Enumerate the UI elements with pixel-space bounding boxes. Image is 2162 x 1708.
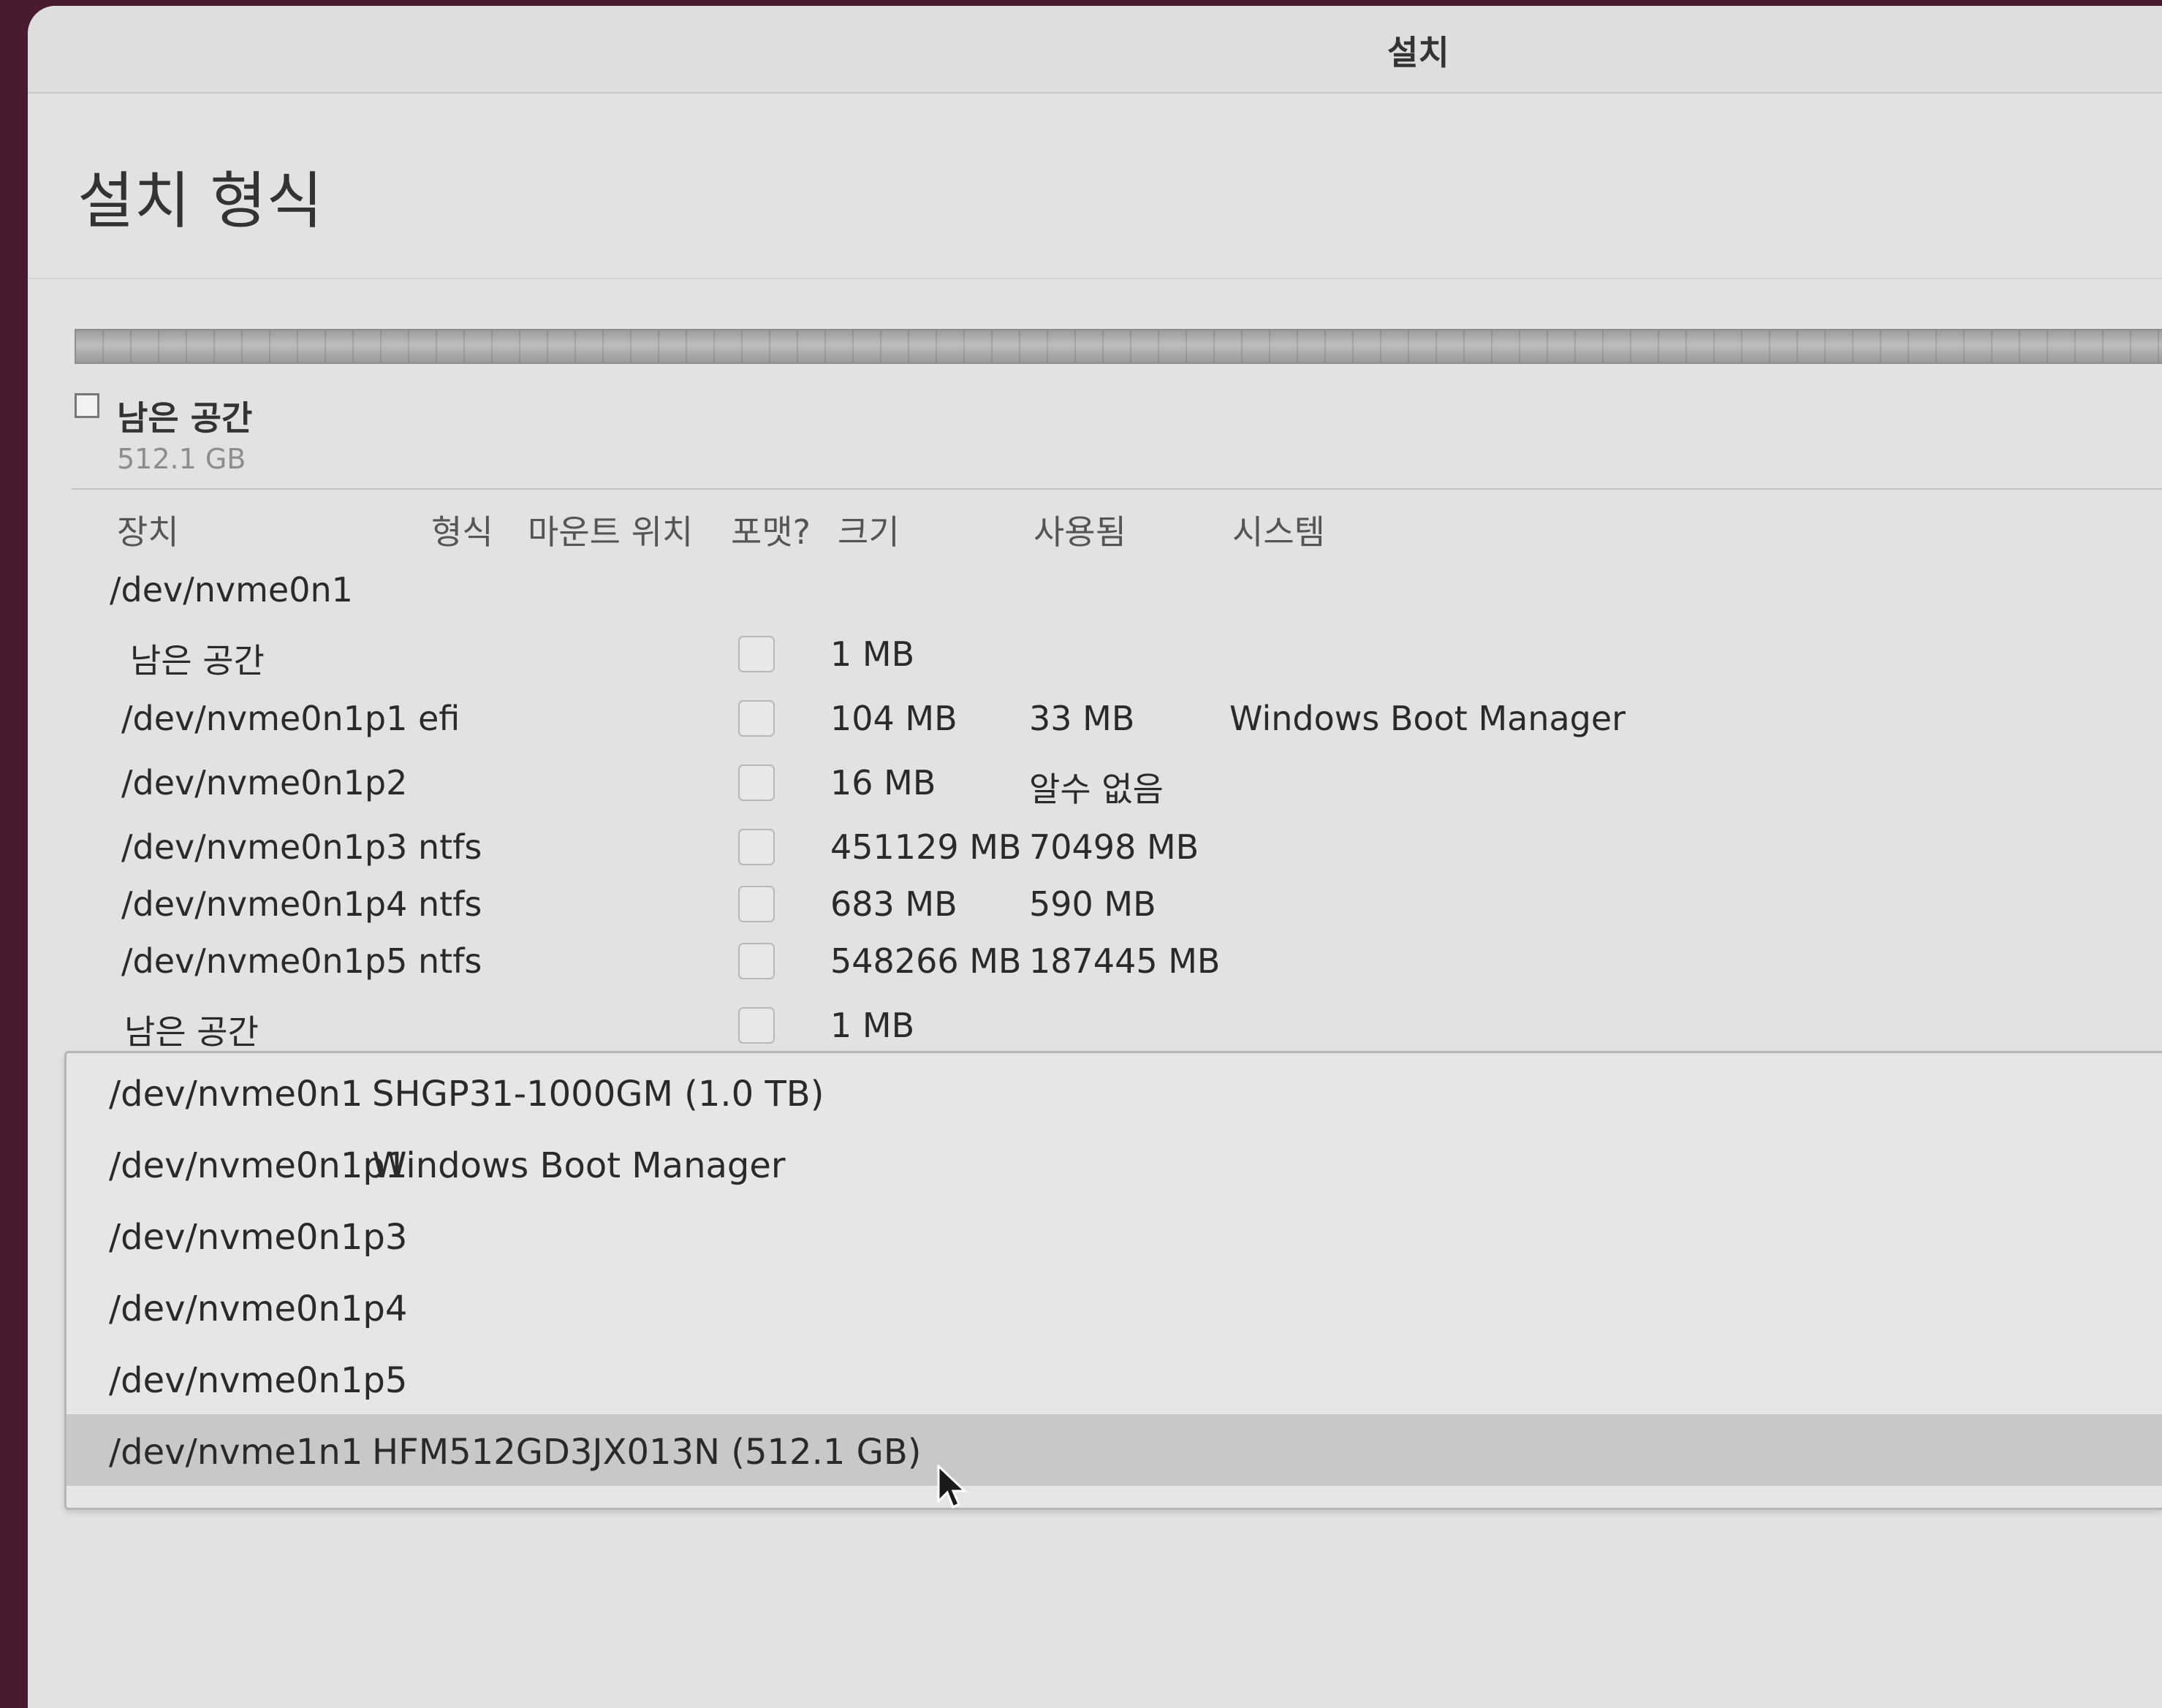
partition-used: 187445 MB — [1029, 941, 1221, 981]
device-path: /dev/nvme0n1p4 — [109, 1288, 408, 1329]
device-path: /dev/nvme0n1p3 — [109, 1217, 408, 1258]
partition-size: 451129 MB — [830, 827, 1022, 867]
partition-device: /dev/nvme0n1p3 — [121, 827, 408, 867]
partition-device: /dev/nvme0n1p5 — [121, 941, 408, 981]
format-checkbox[interactable] — [738, 1007, 775, 1044]
device-option-selected[interactable]: /dev/nvme1n1 HFM512GD3JX013N (512.1 GB) — [67, 1414, 2162, 1486]
title-bar: 설치 — [28, 6, 2162, 94]
column-header-format[interactable]: 포맷? — [731, 506, 811, 554]
format-checkbox[interactable] — [738, 636, 775, 672]
device-option[interactable]: /dev/nvme0n1p3 — [67, 1199, 2162, 1271]
partition-used: 70498 MB — [1029, 827, 1199, 867]
format-checkbox[interactable] — [738, 943, 775, 979]
device-option[interactable]: /dev/nvme0n1p1 Windows Boot Manager — [67, 1128, 2162, 1199]
partition-bar — [75, 329, 2162, 364]
column-header-device[interactable]: 장치 — [117, 506, 179, 554]
device-option[interactable]: /dev/nvme0n1p4 — [67, 1271, 2162, 1343]
device-description: Windows Boot Manager — [372, 1145, 786, 1186]
partition-used: 590 MB — [1029, 884, 1156, 924]
partition-device: 남은 공간 — [130, 641, 265, 680]
device-description: HFM512GD3JX013N (512.1 GB) — [372, 1432, 922, 1473]
partition-used: 33 MB — [1029, 699, 1135, 738]
partition-used: 알수 없음 — [1029, 770, 1164, 809]
legend-label: 남은 공간 — [117, 398, 253, 438]
device-path: /dev/nvme0n1p1 — [109, 1145, 408, 1186]
disk-device: /dev/nvme0n1 — [110, 570, 353, 610]
partition-table[interactable]: 장치 형식 마운트 위치 포맷? 크기 사용됨 시스템 /dev/nvme0n1… — [72, 488, 2162, 1052]
mouse-pointer-icon — [937, 1465, 968, 1509]
partition-system: Windows Boot Manager — [1229, 699, 1626, 738]
partition-size: 104 MB — [830, 699, 957, 738]
partition-type: ntfs — [418, 827, 482, 867]
disk-row[interactable]: /dev/nvme0n1 — [72, 561, 2162, 620]
format-checkbox[interactable] — [738, 700, 775, 737]
page-title: 설치 형식 — [77, 165, 323, 237]
device-path: /dev/nvme0n1 — [109, 1074, 363, 1115]
format-checkbox[interactable] — [738, 886, 775, 922]
partition-size: 1 MB — [830, 1006, 915, 1045]
partition-size: 16 MB — [830, 763, 936, 802]
column-header-mount[interactable]: 마운트 위치 — [528, 506, 693, 554]
partition-row[interactable]: 남은 공간 1 MB — [72, 626, 2162, 684]
partition-row[interactable]: /dev/nvme0n1p1 efi 104 MB 33 MB Windows … — [72, 690, 2162, 748]
bootloader-device-list[interactable]: /dev/nvme0n1 SHGP31-1000GM (1.0 TB) /dev… — [64, 1051, 2162, 1510]
device-path: /dev/nvme1n1 — [109, 1432, 363, 1473]
device-option[interactable]: /dev/nvme0n1 SHGP31-1000GM (1.0 TB) — [67, 1056, 2162, 1128]
partition-row[interactable]: /dev/nvme0n1p2 16 MB 알수 없음 — [72, 754, 2162, 813]
partition-size: 1 MB — [830, 634, 915, 674]
format-checkbox[interactable] — [738, 829, 775, 865]
partition-type: efi — [418, 699, 460, 738]
window-title: 설치 — [1387, 33, 1449, 72]
installer-window: 설치 설치 형식 남은 공간 512.1 GB 장치 형식 마운트 위치 포맷?… — [28, 6, 2162, 1708]
partition-row[interactable]: /dev/nvme0n1p4 ntfs 683 MB 590 MB — [72, 876, 2162, 934]
legend-size: 512.1 GB — [117, 443, 246, 475]
header-divider — [28, 278, 2162, 279]
partition-type: ntfs — [418, 941, 482, 981]
column-header-size[interactable]: 크기 — [838, 506, 900, 554]
format-checkbox[interactable] — [738, 764, 775, 801]
partition-device: /dev/nvme0n1p2 — [121, 763, 408, 802]
partition-device: /dev/nvme0n1p1 — [121, 699, 408, 738]
device-path: /dev/nvme0n1p5 — [109, 1360, 408, 1401]
partition-type: ntfs — [418, 884, 482, 924]
column-header-system[interactable]: 시스템 — [1232, 506, 1325, 554]
column-header-type[interactable]: 형식 — [431, 506, 493, 554]
partition-row[interactable]: /dev/nvme0n1p3 ntfs 451129 MB 70498 MB — [72, 819, 2162, 877]
partition-row[interactable]: 남은 공간 1 MB — [72, 997, 2162, 1055]
free-space-legend-swatch — [75, 393, 99, 418]
device-description: SHGP31-1000GM (1.0 TB) — [372, 1074, 824, 1115]
partition-device: 남은 공간 — [124, 1012, 259, 1052]
device-option[interactable]: /dev/nvme0n1p5 — [67, 1343, 2162, 1414]
partition-size: 548266 MB — [830, 941, 1022, 981]
partition-row[interactable]: /dev/nvme0n1p5 ntfs 548266 MB 187445 MB — [72, 933, 2162, 991]
partition-size: 683 MB — [830, 884, 957, 924]
partition-device: /dev/nvme0n1p4 — [121, 884, 408, 924]
column-header-used[interactable]: 사용됨 — [1033, 506, 1126, 554]
